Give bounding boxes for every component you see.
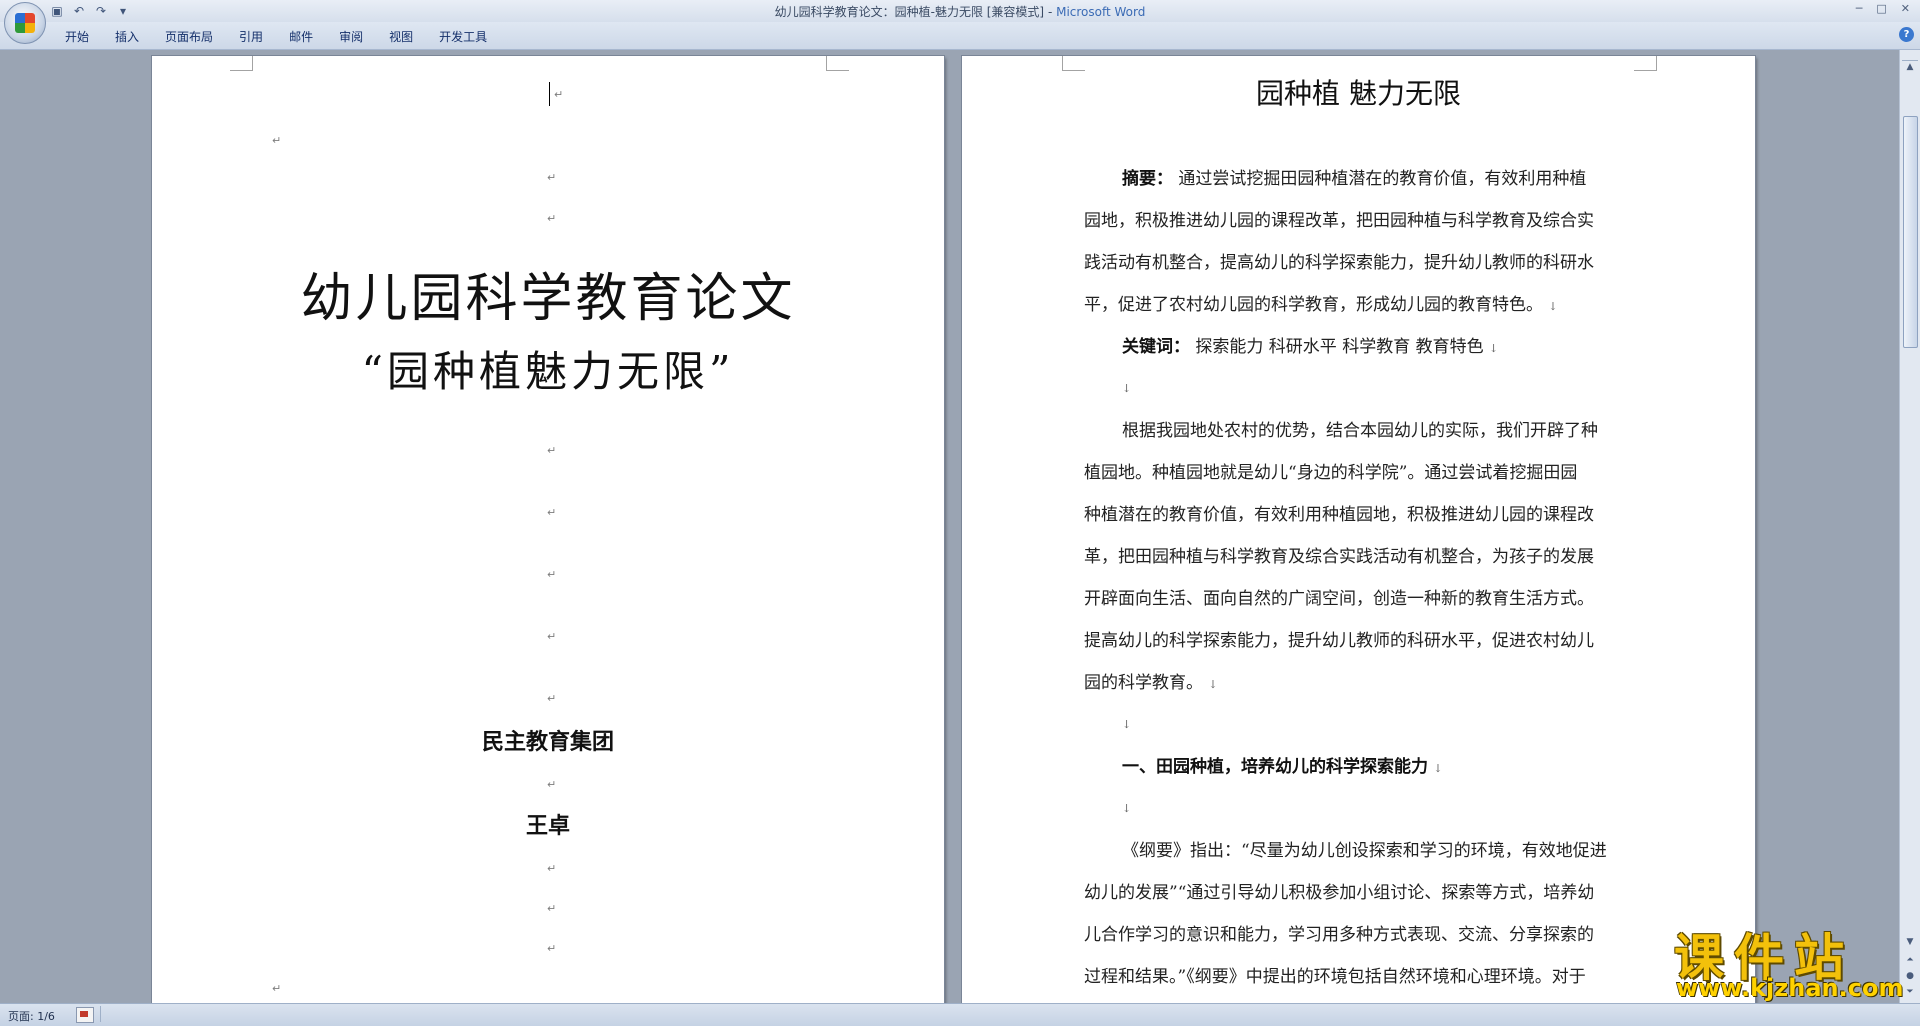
margin-corner-mark bbox=[1062, 56, 1085, 71]
scroll-thumb[interactable] bbox=[1903, 116, 1918, 348]
document-workspace[interactable]: ↵ ↵ ↵ ↵ 幼儿园科学教育论文 “园种植魅力无限” ↵ ↵ ↵ ↵ ↵ 民主… bbox=[0, 50, 1900, 1003]
page-cover[interactable]: ↵ ↵ ↵ ↵ 幼儿园科学教育论文 “园种植魅力无限” ↵ ↵ ↵ ↵ ↵ 民主… bbox=[152, 56, 944, 1003]
section-line: 幼儿的发展”“通过引导幼儿积极参加小组讨论、探索等方式，培养幼 bbox=[1084, 883, 1595, 903]
office-button[interactable] bbox=[4, 2, 46, 44]
window-controls: ─ □ ✕ bbox=[1856, 2, 1910, 15]
tab-references[interactable]: 引用 bbox=[226, 28, 276, 45]
paragraph-mark: ↵ bbox=[547, 568, 557, 581]
abstract-line: 摘要： 通过尝试挖掘田园种植潜在的教育价值，有效利用种植 bbox=[1122, 169, 1587, 189]
paragraph-mark: ↵ bbox=[547, 778, 557, 791]
watermark-url: www.kjzhan.com bbox=[1676, 974, 1904, 1002]
abstract-line: 践活动有机整合，提高幼儿的科学探索能力，提升幼儿教师的科研水 bbox=[1084, 253, 1594, 273]
paragraph-mark: ↵ bbox=[547, 942, 557, 955]
tab-mailings[interactable]: 邮件 bbox=[276, 28, 326, 45]
intro-line: 开辟面向生活、面向自然的广阔空间，创造一种新的教育生活方式。 bbox=[1084, 589, 1594, 609]
tab-insert[interactable]: 插入 bbox=[102, 28, 152, 45]
split-handle[interactable] bbox=[1902, 50, 1918, 61]
paragraph-mark: ↵ bbox=[547, 630, 557, 643]
cover-organization: 民主教育集团 bbox=[481, 729, 614, 755]
paragraph-mark: ↵ bbox=[547, 212, 557, 225]
text-cursor bbox=[549, 82, 550, 106]
ribbon-tabs: 开始 插入 页面布局 引用 邮件 审阅 视图 开发工具 ? bbox=[0, 22, 1920, 50]
abstract-line: 园地，积极推进幼儿园的课程改革，把田园种植与科学教育及综合实 bbox=[1084, 211, 1594, 231]
close-button[interactable]: ✕ bbox=[1901, 2, 1910, 15]
paragraph-mark: ↵ bbox=[547, 506, 557, 519]
cover-title: 幼儿园科学教育论文 bbox=[300, 269, 796, 329]
help-icon[interactable]: ? bbox=[1899, 27, 1914, 42]
cover-author: 王卓 bbox=[525, 813, 570, 839]
intro-line: 种植潜在的教育价值，有效利用种植园地，积极推进幼儿园的课程改 bbox=[1084, 505, 1594, 525]
intro-line: 根据我园地处农村的优势，结合本园幼儿的实际，我们开辟了种 bbox=[1122, 421, 1598, 441]
intro-line: 提高幼儿的科学探索能力，提升幼儿教师的科研水平，促进农村幼儿 bbox=[1084, 631, 1594, 651]
article-body: 摘要： 通过尝试挖掘田园种植潜在的教育价值，有效利用种植 园地，积极推进幼儿园的… bbox=[1084, 158, 1640, 998]
paragraph-mark: ↵ bbox=[547, 692, 557, 705]
intro-line: 植园地。种植园地就是幼儿“身边的科学院”。通过尝试着挖掘田园 bbox=[1084, 463, 1578, 483]
keywords: 探索能力 科研水平 科学教育 教育特色 bbox=[1195, 337, 1484, 357]
tab-review[interactable]: 审阅 bbox=[326, 28, 376, 45]
window-title: 幼儿园科学教育论文：园种植-魅力无限 [兼容模式] - Microsoft Wo… bbox=[774, 5, 1146, 19]
intro-line: 革，把田园种植与科学教育及综合实践活动有机整合，为孩子的发展 bbox=[1084, 547, 1594, 567]
keywords-label: 关键词： bbox=[1122, 337, 1190, 357]
abstract-line: 平，促进了农村幼儿园的科学教育，形成幼儿园的教育特色。 ↓ bbox=[1084, 295, 1558, 315]
paragraph-mark: ↵ bbox=[547, 862, 557, 875]
maximize-button[interactable]: □ bbox=[1876, 2, 1886, 15]
app-name: Microsoft Word bbox=[1056, 5, 1146, 19]
tab-page-layout[interactable]: 页面布局 bbox=[152, 28, 226, 45]
page-article[interactable]: 园种植 魅力无限 摘要： 通过尝试挖掘田园种植潜在的教育价值，有效利用种植 园地… bbox=[962, 56, 1755, 1003]
margin-corner-mark bbox=[826, 56, 849, 71]
keywords-line: 关键词： 探索能力 科研水平 科学教育 教育特色 ↓ bbox=[1122, 337, 1499, 357]
section-line: 儿合作学习的意识和能力，学习用多种方式表现、交流、分享探索的 bbox=[1084, 925, 1594, 945]
paragraph-mark: ↵ bbox=[554, 88, 564, 101]
paragraph-mark: ↵ bbox=[547, 902, 557, 915]
minimize-button[interactable]: ─ bbox=[1856, 2, 1863, 15]
office-logo-icon bbox=[15, 13, 35, 33]
article-heading: 园种植 魅力无限 bbox=[1256, 77, 1461, 110]
proofing-errors-icon[interactable] bbox=[76, 1007, 94, 1023]
tab-view[interactable]: 视图 bbox=[376, 28, 426, 45]
section-line: 过程和结果。”《纲要》中提出的环境包括自然环境和心理环境。对于 bbox=[1084, 967, 1586, 987]
tab-home[interactable]: 开始 bbox=[52, 28, 102, 45]
page-number-indicator[interactable]: 页面: 1/6 bbox=[8, 1008, 55, 1024]
title-bar: ▣ ↶ ↷ ▾ 幼儿园科学教育论文：园种植-魅力无限 [兼容模式] - Micr… bbox=[0, 0, 1920, 22]
section-title: 一、田园种植，培养幼儿的科学探索能力 ↓ bbox=[1122, 757, 1443, 777]
line-break-mark: ↓ bbox=[1122, 802, 1132, 815]
paragraph-mark: ↵ bbox=[272, 982, 282, 995]
section-line: 《纲要》指出：“尽量为幼儿创设探索和学习的环境，有效地促进 bbox=[1122, 841, 1607, 861]
intro-line: 园的科学教育。 ↓ bbox=[1084, 673, 1218, 693]
abstract-label: 摘要： bbox=[1122, 169, 1173, 189]
site-watermark: 课件站 www.kjzhan.com bbox=[1668, 918, 1908, 1002]
document-title: 幼儿园科学教育论文：园种植-魅力无限 [兼容模式] bbox=[774, 5, 1045, 19]
scroll-up-icon[interactable]: ▲ bbox=[1903, 62, 1917, 76]
line-break-mark: ↓ bbox=[1122, 382, 1132, 395]
margin-corner-mark bbox=[230, 56, 253, 71]
paragraph-mark: ↵ bbox=[547, 444, 557, 457]
cover-subtitle: “园种植魅力无限” bbox=[361, 347, 735, 396]
status-bar: 页面: 1/6 bbox=[0, 1003, 1920, 1026]
vertical-scrollbar[interactable]: ▲ ▼ ⏶ ● ⏷ bbox=[1899, 50, 1920, 1003]
margin-corner-mark bbox=[1634, 56, 1657, 71]
paragraph-mark: ↵ bbox=[547, 171, 557, 184]
line-break-mark: ↓ bbox=[1122, 718, 1132, 731]
paragraph-mark: ↵ bbox=[272, 134, 282, 147]
tab-developer[interactable]: 开发工具 bbox=[426, 28, 500, 45]
status-divider bbox=[100, 1006, 101, 1022]
